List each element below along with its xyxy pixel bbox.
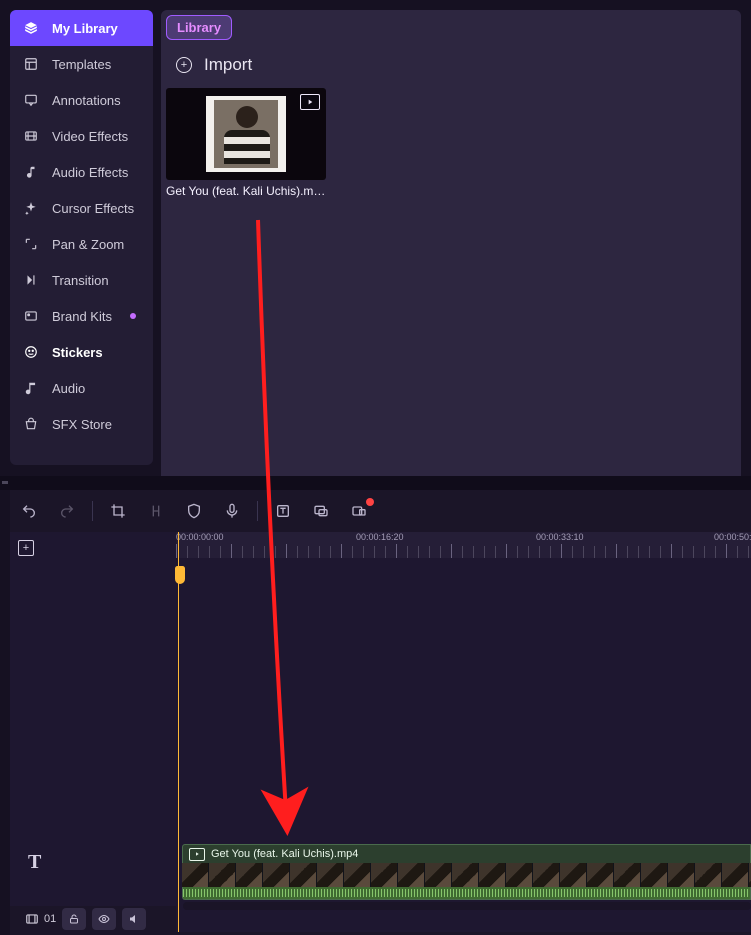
sfx-icon xyxy=(24,417,38,431)
ruler-label: 00:00:50:0 xyxy=(714,532,751,542)
clip-header: Get You (feat. Kali Uchis).mp4 xyxy=(182,844,751,863)
track-number: 01 xyxy=(24,912,56,926)
audio-fx-icon xyxy=(24,165,38,179)
sidebar-item-transition[interactable]: Transition xyxy=(10,262,153,298)
timeline-panel: + T 01 00:00:00:00 00:00:16:20 00:00:33:… xyxy=(10,490,751,935)
transition-icon xyxy=(24,273,38,287)
sidebar-item-audio-effects[interactable]: Audio Effects xyxy=(10,154,153,190)
sidebar-item-label: My Library xyxy=(52,21,118,36)
ruler-label: 00:00:00:00 xyxy=(176,532,224,542)
sidebar-item-label: Video Effects xyxy=(52,129,128,144)
sidebar-item-label: Pan & Zoom xyxy=(52,237,124,252)
lock-track-button[interactable] xyxy=(62,908,86,930)
crop-button[interactable] xyxy=(99,490,137,532)
clip-thumbnails-row xyxy=(182,863,751,887)
ruler-label: 00:00:33:10 xyxy=(536,532,584,542)
sidebar-item-audio[interactable]: Audio xyxy=(10,370,153,406)
media-clip-card[interactable]: Get You (feat. Kali Uchis).mp4 xyxy=(166,88,326,198)
track-number-value: 01 xyxy=(44,913,56,925)
sidebar-item-stickers[interactable]: Stickers xyxy=(10,334,153,370)
timeline-ruler[interactable]: 00:00:00:00 00:00:16:20 00:00:33:10 00:0… xyxy=(176,532,751,558)
video-badge-icon xyxy=(300,94,320,110)
audio-icon xyxy=(24,381,38,395)
visibility-track-button[interactable] xyxy=(92,908,116,930)
stickers-icon xyxy=(24,345,38,359)
cursor-fx-icon xyxy=(24,201,38,215)
sidebar-item-label: Templates xyxy=(52,57,111,72)
template-icon xyxy=(24,57,38,71)
track-controls: 01 xyxy=(10,906,190,932)
panel-resize-handle[interactable] xyxy=(0,476,751,490)
film-icon xyxy=(24,912,40,926)
mute-track-button[interactable] xyxy=(122,908,146,930)
playhead[interactable] xyxy=(178,532,179,932)
sidebar-item-label: Cursor Effects xyxy=(52,201,134,216)
sidebar-item-brand-kits[interactable]: Brand Kits xyxy=(10,298,153,334)
video-fx-icon xyxy=(24,129,38,143)
sidebar-item-label: Audio xyxy=(52,381,85,396)
sidebar-item-label: Stickers xyxy=(52,345,103,360)
text-track-icon[interactable]: T xyxy=(28,851,41,874)
sidebar-item-cursor-effects[interactable]: Cursor Effects xyxy=(10,190,153,226)
timeline-toolbar xyxy=(10,490,751,532)
ruler-label: 00:00:16:20 xyxy=(356,532,404,542)
layers-icon xyxy=(24,21,38,35)
library-panel: Library + Import Get You (feat. Kali Uch… xyxy=(161,10,741,476)
tab-library[interactable]: Library xyxy=(166,15,232,40)
clip-filename: Get You (feat. Kali Uchis).mp4 xyxy=(166,184,326,198)
clip-audio-waveform xyxy=(182,887,751,900)
horizontal-scrollbar[interactable] xyxy=(183,902,751,910)
sidebar-item-label: Transition xyxy=(52,273,109,288)
timeline-clip[interactable]: Get You (feat. Kali Uchis).mp4 xyxy=(182,844,751,894)
sidebar-item-label: SFX Store xyxy=(52,417,112,432)
undo-button[interactable] xyxy=(10,490,48,532)
video-badge-icon xyxy=(189,848,205,861)
brand-icon xyxy=(24,309,38,323)
record-dot-icon xyxy=(366,498,374,506)
annotation-icon xyxy=(24,93,38,107)
sidebar-item-label: Audio Effects xyxy=(52,165,128,180)
plus-circle-icon: + xyxy=(176,57,192,73)
record-button[interactable] xyxy=(340,490,378,532)
sidebar-item-video-effects[interactable]: Video Effects xyxy=(10,118,153,154)
add-track-button[interactable]: + xyxy=(18,540,34,556)
split-button[interactable] xyxy=(137,490,175,532)
voiceover-button[interactable] xyxy=(213,490,251,532)
sidebar-item-annotations[interactable]: Annotations xyxy=(10,82,153,118)
sidebar-item-my-library[interactable]: My Library xyxy=(10,10,153,46)
sidebar-item-sfx-store[interactable]: SFX Store xyxy=(10,406,153,442)
text-button[interactable] xyxy=(264,490,302,532)
timeline-tracks-area[interactable]: 00:00:00:00 00:00:16:20 00:00:33:10 00:0… xyxy=(176,532,751,932)
caption-button[interactable] xyxy=(302,490,340,532)
sidebar-item-templates[interactable]: Templates xyxy=(10,46,153,82)
thumbnail-image xyxy=(206,96,286,172)
sidebar-item-label: Brand Kits xyxy=(52,309,112,324)
clip-thumbnail xyxy=(166,88,326,180)
import-button[interactable]: + Import xyxy=(176,55,252,75)
separator xyxy=(92,501,93,521)
separator xyxy=(257,501,258,521)
timeline-clip-name: Get You (feat. Kali Uchis).mp4 xyxy=(211,848,358,860)
sidebar-item-pan-zoom[interactable]: Pan & Zoom xyxy=(10,226,153,262)
pan-zoom-icon xyxy=(24,237,38,251)
sidebar-item-label: Annotations xyxy=(52,93,121,108)
timeline-side-panel: + T xyxy=(10,532,176,906)
new-dot-icon xyxy=(130,313,136,319)
redo-button[interactable] xyxy=(48,490,86,532)
shield-button[interactable] xyxy=(175,490,213,532)
sidebar: My Library Templates Annotations Video E… xyxy=(10,10,153,465)
import-label: Import xyxy=(204,55,252,75)
